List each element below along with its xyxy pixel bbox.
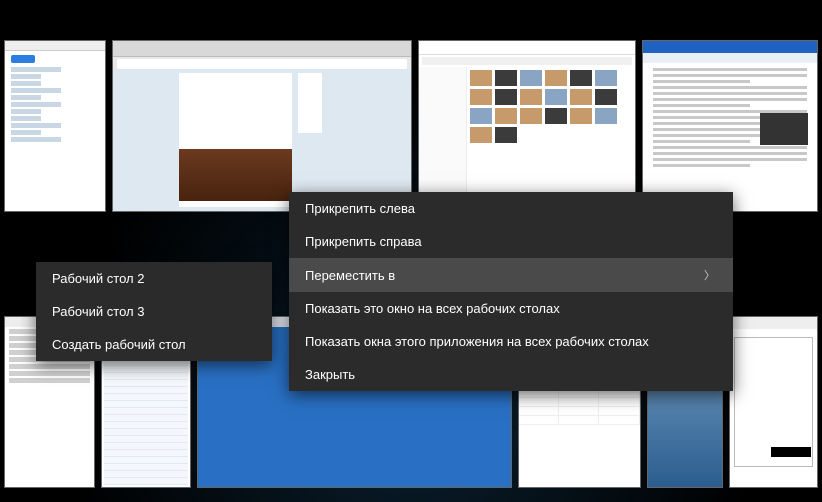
menu-item-label: Показать это окно на всех рабочих столах (305, 301, 560, 316)
menu-item-label: Закрыть (305, 367, 355, 382)
menu-item-label: Рабочий стол 2 (52, 271, 144, 286)
submenu-item-desktop-3[interactable]: Рабочий стол 3 (36, 295, 272, 328)
menu-item-label: Прикрепить слева (305, 201, 415, 216)
task-view: Новости - Google Chrome Новая папка (0, 0, 822, 502)
window-thumbnail[interactable] (729, 316, 818, 488)
window-thumbnail[interactable] (4, 40, 106, 212)
window-thumbnail[interactable]: W В Windows 10 (642, 40, 818, 212)
submenu-item-new-desktop[interactable]: Создать рабочий стол (36, 328, 272, 361)
menu-item-label: Рабочий стол 3 (52, 304, 144, 319)
submenu-item-desktop-2[interactable]: Рабочий стол 2 (36, 262, 272, 295)
menu-item-label: Переместить в (305, 268, 395, 283)
menu-item-label: Показать окна этого приложения на всех р… (305, 334, 649, 349)
window-thumbnail[interactable]: Новая папка (418, 40, 636, 212)
window-row-1: Новости - Google Chrome Новая папка (4, 40, 818, 212)
chevron-right-icon: 〉 (704, 267, 715, 283)
context-submenu-desktops: Рабочий стол 2 Рабочий стол 3 Создать ра… (36, 262, 272, 361)
context-menu: Прикрепить слева Прикрепить справа Перем… (289, 192, 733, 391)
menu-item-label: Создать рабочий стол (52, 337, 186, 352)
menu-item-label: Прикрепить справа (305, 234, 422, 249)
menu-item-show-window-all-desktops[interactable]: Показать это окно на всех рабочих столах (289, 292, 733, 325)
menu-item-close[interactable]: Закрыть (289, 358, 733, 391)
menu-item-move-to[interactable]: Переместить в 〉 (289, 258, 733, 292)
menu-item-snap-right[interactable]: Прикрепить справа (289, 225, 733, 258)
menu-item-snap-left[interactable]: Прикрепить слева (289, 192, 733, 225)
window-thumbnail[interactable]: Новости - Google Chrome (112, 40, 412, 212)
menu-item-show-app-all-desktops[interactable]: Показать окна этого приложения на всех р… (289, 325, 733, 358)
